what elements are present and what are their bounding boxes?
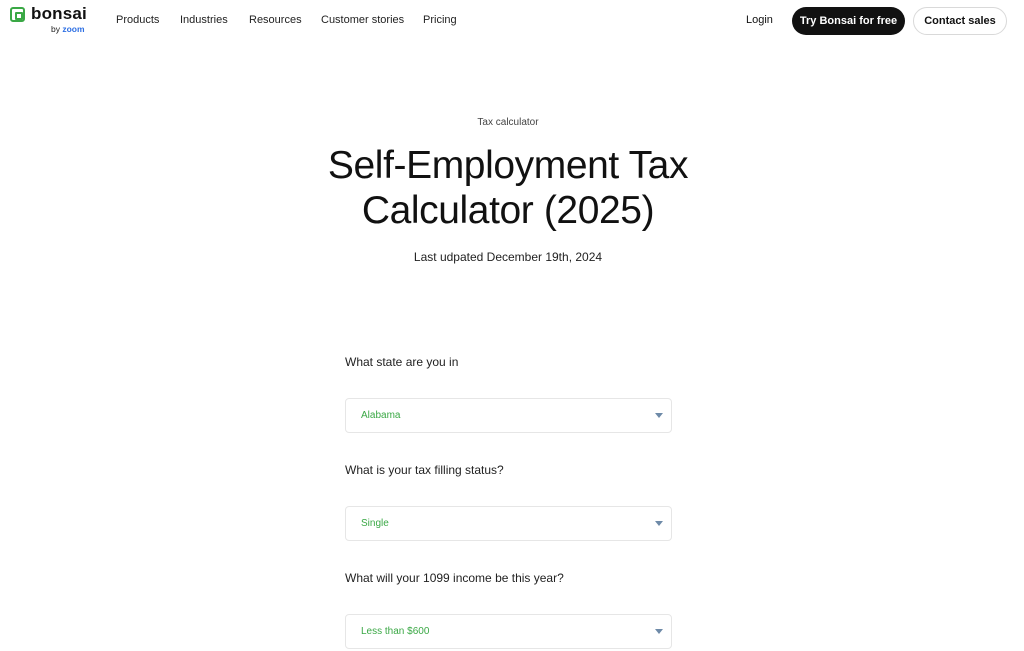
last-updated: Last udpated December 19th, 2024 [413,250,603,264]
contact-sales-button[interactable]: Contact sales [913,7,1007,35]
filing-status-select[interactable]: Single [345,506,672,541]
nav-resources[interactable]: Resources [249,14,302,26]
top-navigation: bonsai by zoom Products Industries Resou… [0,0,1024,42]
bonsai-logo[interactable]: bonsai by zoom [10,4,90,35]
page-eyebrow: Tax calculator [477,117,539,128]
state-question: What state are you in [345,355,459,369]
nav-products[interactable]: Products [116,14,159,26]
nav-industries[interactable]: Industries [180,14,228,26]
chevron-down-icon [655,629,663,634]
brand-byline: by zoom [51,24,85,34]
income-question: What will your 1099 income be this year? [345,571,564,585]
state-select[interactable]: Alabama [345,398,672,433]
nav-pricing[interactable]: Pricing [423,14,457,26]
try-bonsai-button[interactable]: Try Bonsai for free [792,7,905,35]
chevron-down-icon [655,521,663,526]
bonsai-logo-icon [10,7,25,22]
title-line-2: Calculator (2025) [361,189,655,232]
filing-status-value: Single [361,518,389,529]
brand-name: bonsai [31,4,87,23]
income-select[interactable]: Less than $600 [345,614,672,649]
nav-customer-stories[interactable]: Customer stories [321,14,404,26]
chevron-down-icon [655,413,663,418]
title-line-1: Self-Employment Tax [327,144,689,187]
page-title: Self-Employment Tax Calculator (2025) [0,143,1016,233]
income-select-value: Less than $600 [361,626,430,637]
login-link[interactable]: Login [746,14,773,26]
state-select-value: Alabama [361,410,401,421]
filing-status-question: What is your tax filling status? [345,463,504,477]
